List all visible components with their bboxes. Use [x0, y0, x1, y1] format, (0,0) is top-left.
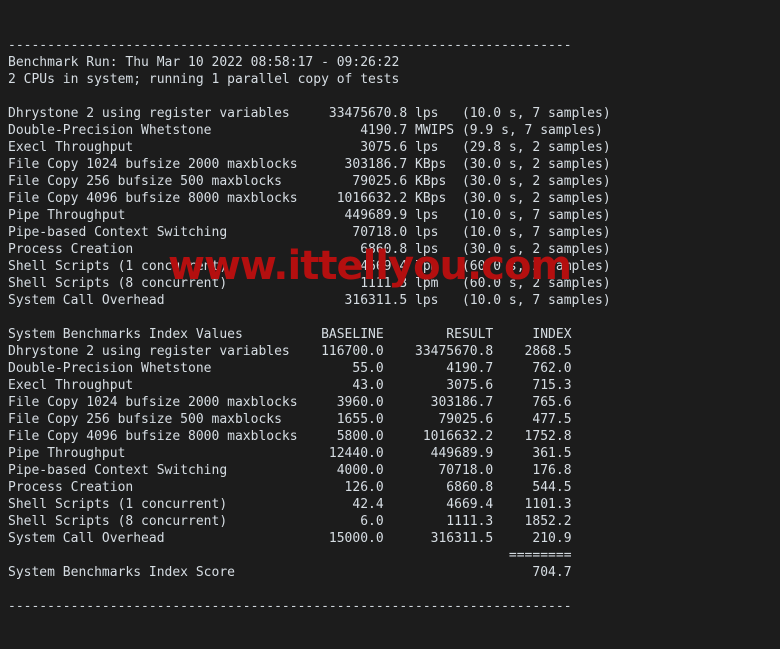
raw-result-row: Dhrystone 2 using register variables 334… — [8, 106, 611, 121]
index-table-row: File Copy 256 bufsize 500 maxblocks 1655… — [8, 412, 572, 427]
index-table-row: File Copy 1024 bufsize 2000 maxblocks 39… — [8, 395, 572, 410]
raw-result-row: Process Creation 6860.8 lps (30.0 s, 2 s… — [8, 242, 611, 257]
index-score-row: System Benchmarks Index Score 704.7 — [8, 565, 572, 580]
raw-result-row: Pipe-based Context Switching 70718.0 lps… — [8, 225, 611, 240]
raw-result-row: File Copy 4096 bufsize 8000 maxblocks 10… — [8, 191, 611, 206]
terminal-lines: ----------------------------------------… — [8, 37, 780, 615]
bottom-rule: ----------------------------------------… — [8, 599, 572, 614]
raw-result-row: Shell Scripts (8 concurrent) 1111.3 lpm … — [8, 276, 611, 291]
index-table-row: Double-Precision Whetstone 55.0 4190.7 7… — [8, 361, 572, 376]
index-table-row: Shell Scripts (1 concurrent) 42.4 4669.4… — [8, 497, 572, 512]
raw-result-row: System Call Overhead 316311.5 lps (10.0 … — [8, 293, 611, 308]
terminal-output: ----------------------------------------… — [0, 0, 780, 614]
raw-result-row: File Copy 1024 bufsize 2000 maxblocks 30… — [8, 157, 611, 172]
top-rule: ----------------------------------------… — [8, 38, 572, 53]
index-table-row: Process Creation 126.0 6860.8 544.5 — [8, 480, 572, 495]
index-table-row: Pipe Throughput 12440.0 449689.9 361.5 — [8, 446, 572, 461]
index-table-row: Shell Scripts (8 concurrent) 6.0 1111.3 … — [8, 514, 572, 529]
run-header-line-1: 2 CPUs in system; running 1 parallel cop… — [8, 72, 400, 87]
index-table-header: System Benchmarks Index Values BASELINE … — [8, 327, 572, 342]
raw-result-row: Execl Throughput 3075.6 lps (29.8 s, 2 s… — [8, 140, 611, 155]
index-table-row: Dhrystone 2 using register variables 116… — [8, 344, 572, 359]
raw-result-row: Pipe Throughput 449689.9 lps (10.0 s, 7 … — [8, 208, 611, 223]
index-table-row: Execl Throughput 43.0 3075.6 715.3 — [8, 378, 572, 393]
raw-result-row: Double-Precision Whetstone 4190.7 MWIPS … — [8, 123, 603, 138]
score-separator: ======== — [8, 548, 572, 563]
raw-result-row: File Copy 256 bufsize 500 maxblocks 7902… — [8, 174, 611, 189]
index-table-row: System Call Overhead 15000.0 316311.5 21… — [8, 531, 572, 546]
run-header-line-0: Benchmark Run: Thu Mar 10 2022 08:58:17 … — [8, 55, 400, 70]
raw-result-row: Shell Scripts (1 concurrent) 4669.4 lpm … — [8, 259, 611, 274]
index-table-row: Pipe-based Context Switching 4000.0 7071… — [8, 463, 572, 478]
index-table-row: File Copy 4096 bufsize 8000 maxblocks 58… — [8, 429, 572, 444]
